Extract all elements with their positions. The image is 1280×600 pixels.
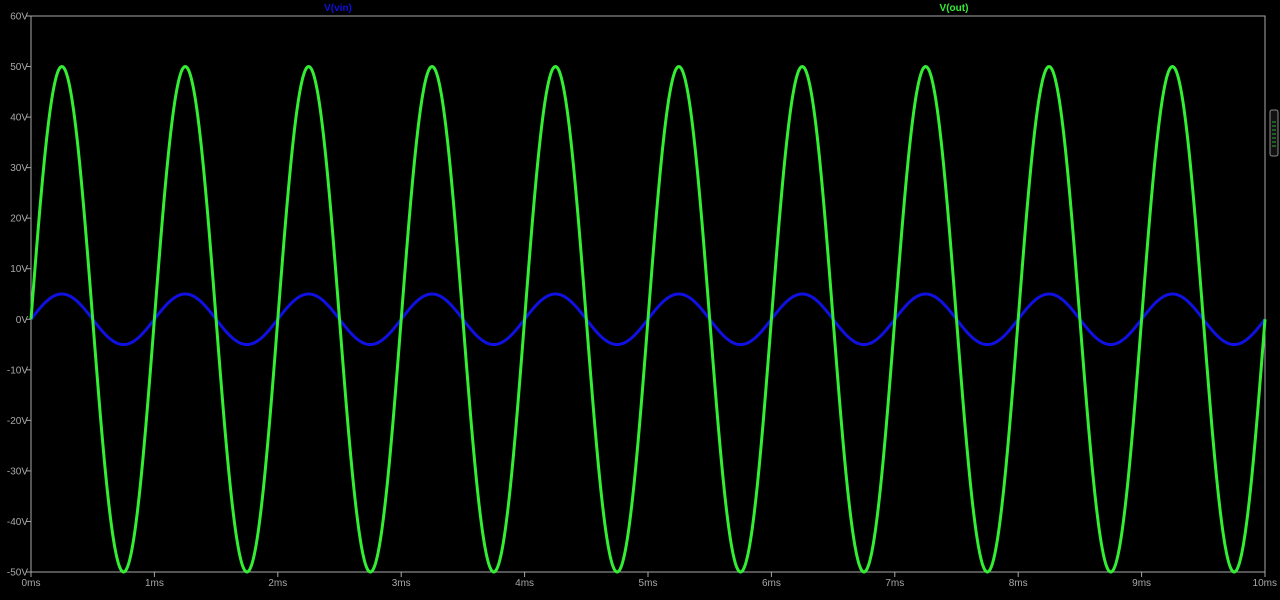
y-tick-label: 40V: [10, 113, 28, 124]
scroll-handle-layer[interactable]: [1269, 109, 1279, 157]
y-tick-label: 0V: [16, 315, 29, 326]
x-tick-label: 0ms: [22, 578, 41, 589]
series-titles-layer: V(vin) V(out): [324, 3, 968, 14]
y-tick-label: -10V: [7, 365, 28, 376]
series-title-v-out[interactable]: V(out): [940, 3, 969, 14]
waveform-viewer: 60V 50V 40V 30V 20V 10V 0V -10V -20V -30V -40V -50V…: [0, 0, 1280, 595]
y-tick-label: 50V: [10, 62, 28, 73]
y-tick-label: -50V: [7, 568, 28, 579]
plot-area-border: [30, 15, 1266, 573]
plot-frame-layer: [30, 15, 1266, 573]
x-tick-label: 9ms: [1132, 578, 1151, 589]
x-tick-label: 2ms: [268, 578, 287, 589]
series-title-v-vin[interactable]: V(vin): [324, 3, 352, 14]
x-tick-label: 3ms: [392, 578, 411, 589]
x-tick-label: 5ms: [639, 578, 658, 589]
y-tick-label: -20V: [7, 416, 28, 427]
x-tick-label: 8ms: [1009, 578, 1028, 589]
series-trace-v-out[interactable]: [29, 65, 1267, 574]
traces-layer[interactable]: [29, 65, 1267, 574]
y-tick-label: 30V: [10, 163, 28, 174]
x-tick-label: 10ms: [1253, 578, 1277, 589]
x-tick-label: 6ms: [762, 578, 781, 589]
x-tick-label: 7ms: [885, 578, 904, 589]
waveform-plot: 60V 50V 40V 30V 20V 10V 0V -10V -20V -30V -40V -50V…: [7, 3, 1279, 589]
y-tick-label: 20V: [10, 214, 28, 225]
vertical-scroll-handle[interactable]: [1269, 109, 1279, 157]
x-tick-label: 1ms: [145, 578, 164, 589]
y-tick-label: 10V: [10, 264, 28, 275]
y-tick-label: 60V: [10, 12, 28, 23]
y-tick-label: -30V: [7, 466, 28, 477]
y-tick-label: -40V: [7, 517, 28, 528]
x-tick-label: 4ms: [515, 578, 534, 589]
